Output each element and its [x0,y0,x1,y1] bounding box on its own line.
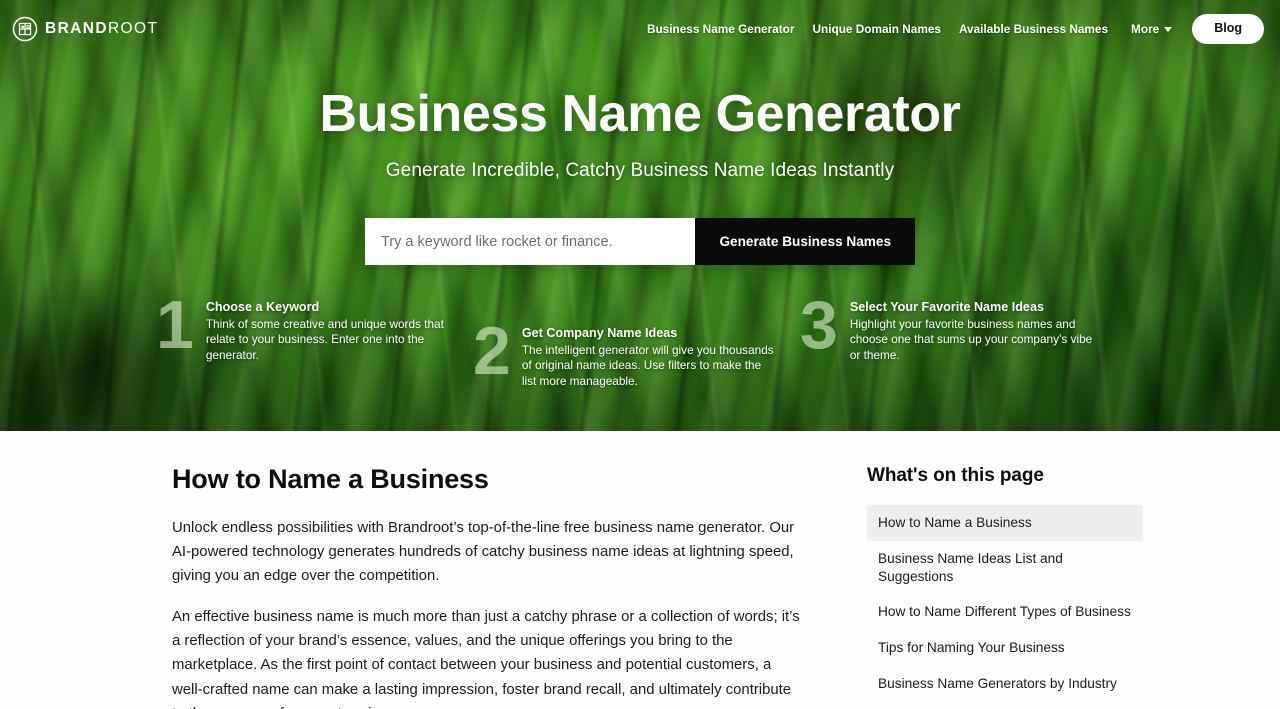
chevron-down-icon [1164,26,1173,32]
nav-link-available-business-names[interactable]: Available Business Names [950,16,1117,42]
step-number-2: 2 [473,313,511,390]
toc-heading: What's on this page [867,465,1044,486]
nav-link-more[interactable]: More [1117,16,1182,42]
how-it-works-steps: 1 Choose a Keyword Think of some creativ… [0,291,1280,401]
nav-link-business-name-generator[interactable]: Business Name Generator [638,16,804,42]
brandroot-monogram-icon [12,16,38,42]
step-title-3: Select Your Favorite Name Ideas [849,300,1044,315]
table-of-contents: What's on this page How to Name a Busine… [867,465,1143,709]
nav-link-unique-domain-names[interactable]: Unique Domain Names [803,16,949,42]
toc-list: How to Name a Business Business Name Ide… [867,505,1143,709]
toc-item-generators-by-industry[interactable]: Business Name Generators by Industry [867,666,1143,702]
page-title: Business Name Generator [319,85,961,143]
article-paragraph-2: An effective business name is much more … [172,609,800,709]
step-item-3: 3 Select Your Favorite Name Ideas Highli… [800,287,1100,364]
hero-subtitle: Generate Incredible, Catchy Business Nam… [385,160,895,182]
step-title-2: Get Company Name Ideas [521,326,678,341]
top-navigation-bar: BRANDROOT Business Name Generator Unique… [0,0,1280,58]
step-number-1: 1 [156,287,194,364]
toc-item-business-name-ideas-list[interactable]: Business Name Ideas List and Suggestions [867,541,1143,595]
toc-item-how-to-name-a-business[interactable]: How to Name a Business [867,505,1143,541]
article-paragraph-1: Unlock endless possibilities with Brandr… [172,519,795,584]
step-text-1: Think of some creative and unique words … [205,316,444,363]
toc-item-how-to-name-different-types[interactable]: How to Name Different Types of Business [867,594,1143,630]
page-content: How to Name a Business Unlock endless po… [0,431,1280,709]
nav-more-label: More [1131,22,1160,36]
step-title-1: Choose a Keyword [205,300,320,315]
step-text-3: Highlight your favorite business names a… [849,316,1093,363]
generator-search-form: Generate Business Names [365,218,915,266]
article-column: How to Name a Business Unlock endless po… [172,464,805,709]
logo-text-root: ROOT [107,20,159,38]
step-item-2: 2 Get Company Name Ideas The intelligent… [473,313,777,390]
brandroot-logo[interactable]: BRANDROOT [12,16,158,42]
main-nav: Business Name Generator Unique Domain Na… [638,14,1264,44]
step-text-2: The intelligent generator will give you … [521,342,774,389]
toc-item-tips-for-naming[interactable]: Tips for Naming Your Business [867,630,1143,666]
section-heading-how-to-name-a-business: How to Name a Business [172,464,489,494]
keyword-search-input[interactable] [365,218,696,266]
step-item-1: 1 Choose a Keyword Think of some creativ… [156,287,454,364]
generate-business-names-button[interactable]: Generate Business Names [695,218,915,266]
hero-section: BRANDROOT Business Name Generator Unique… [0,0,1280,431]
toc-item-faq[interactable]: Frequently Asked Questions (FAQ) [867,702,1143,709]
brandroot-wordmark: BRANDROOT [45,21,158,37]
step-number-3: 3 [800,287,838,364]
logo-text-brand: BRAND [45,20,108,38]
blog-button[interactable]: Blog [1192,14,1264,44]
